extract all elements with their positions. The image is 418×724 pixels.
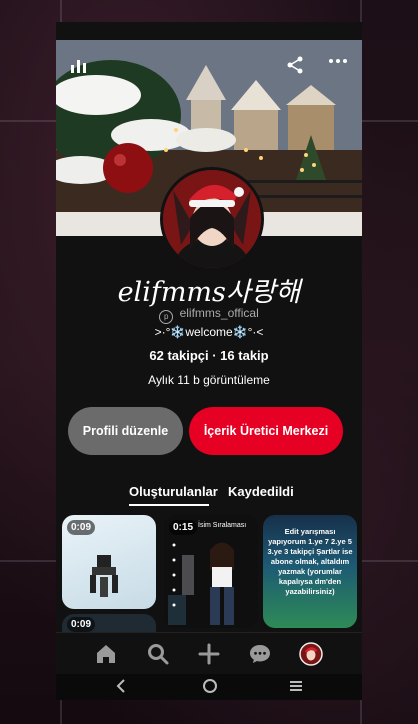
chat-icon[interactable] xyxy=(248,642,272,666)
search-icon[interactable] xyxy=(146,642,170,666)
pin-caption: İsim Sıralaması xyxy=(198,522,247,529)
pin-card[interactable]: 0:09 xyxy=(62,515,156,609)
display-name: elifmms사랑해 xyxy=(117,277,301,308)
circle-icon[interactable] xyxy=(202,677,218,700)
pinterest-logo-icon: p xyxy=(159,310,174,324)
handle-row: p elifmms_offical xyxy=(56,306,362,324)
edit-profile-button[interactable]: Profili düzenle xyxy=(68,407,183,455)
profile-avatar[interactable] xyxy=(160,167,264,271)
pin-card[interactable]: 0:09 xyxy=(62,614,156,632)
tab-created[interactable]: Oluşturulanlar xyxy=(129,484,218,499)
follow-stats[interactable]: 62 takipçi · 16 takip xyxy=(56,348,362,363)
more-icon[interactable] xyxy=(328,52,348,75)
pin-card[interactable]: 0:15 İsim Sıralaması xyxy=(164,515,258,628)
pin-card[interactable]: Edit yarışması yapıyorum 1.ye 7 2.ye 5 3… xyxy=(263,515,357,628)
profile-tabs: Oluşturulanlar Kaydedildi xyxy=(56,484,362,508)
plus-icon[interactable] xyxy=(197,642,221,666)
share-icon[interactable] xyxy=(286,56,304,79)
profile-bio: >·°❄️welcome❄️°·< xyxy=(154,325,264,339)
video-duration: 0:09 xyxy=(67,520,96,535)
avatar-icon[interactable] xyxy=(299,642,323,666)
stats-icon[interactable] xyxy=(70,56,88,79)
tab-saved[interactable]: Kaydedildi xyxy=(228,484,294,499)
monthly-views: Aylık 11 b görüntüleme xyxy=(148,373,270,387)
username: elifmms_offical xyxy=(179,306,259,320)
home-icon[interactable] xyxy=(94,642,118,666)
video-duration: 0:09 xyxy=(67,617,96,632)
active-tab-indicator xyxy=(129,504,209,506)
back-icon[interactable] xyxy=(114,677,128,700)
creator-hub-button[interactable]: İçerik Üretici Merkezi xyxy=(189,407,343,455)
bottom-nav xyxy=(56,632,362,675)
recents-icon[interactable] xyxy=(288,677,304,700)
pin-caption: Edit yarışması yapıyorum 1.ye 7 2.ye 5 3… xyxy=(267,527,353,596)
phone-screen: elifmms사랑해 p elifmms_offical >·°❄️welcom… xyxy=(56,22,362,700)
system-nav-bar xyxy=(56,674,362,700)
video-duration: 0:15 xyxy=(169,520,198,535)
